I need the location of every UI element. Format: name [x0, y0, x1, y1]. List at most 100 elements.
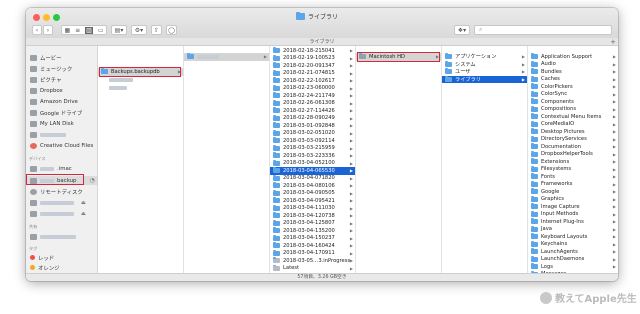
list-item[interactable]: 2018-02-22-102617 — [270, 77, 355, 85]
sidebar-item-shared[interactable] — [30, 232, 76, 241]
list-item[interactable]: Components — [528, 98, 617, 106]
list-item[interactable]: 2018-03-03-223336 — [270, 152, 355, 160]
list-item[interactable]: Application Support — [528, 53, 617, 61]
sidebar-item-music[interactable]: ミュージック — [30, 64, 72, 73]
list-item[interactable]: 2018-03-04-125807 — [270, 219, 355, 228]
column-view-icon[interactable]: ▥ — [85, 26, 93, 34]
list-item[interactable]: ライブラリ — [442, 75, 527, 84]
eject-icon[interactable]: ⏏ — [81, 200, 86, 206]
sidebar-item-device5[interactable]: ⏏ — [30, 209, 86, 218]
minimize-button[interactable] — [43, 14, 50, 21]
sidebar-item-lan-disk[interactable]: My LAN Disk — [30, 119, 74, 128]
list-item[interactable]: Keyboard Layouts — [528, 233, 617, 241]
list-item[interactable]: Extensions — [528, 158, 617, 166]
list-item[interactable]: Keychains — [528, 240, 617, 249]
gallery-view-icon[interactable]: ▭ — [98, 27, 104, 34]
sidebar-item-creative-cloud[interactable]: Creative Cloud Files — [30, 141, 93, 150]
list-item[interactable]: ColorPickers — [528, 83, 617, 91]
close-button[interactable] — [33, 14, 40, 21]
list-item[interactable]: Java — [528, 225, 617, 234]
list-item[interactable]: 2018-02-21-074815 — [270, 69, 355, 78]
list-item[interactable]: 2018-03-05…3.inProgress — [270, 257, 355, 265]
sidebar-item-pictures[interactable]: ピクチャ — [30, 75, 62, 84]
sidebar-item-movies[interactable]: ムービー — [30, 53, 62, 62]
list-item[interactable]: 2018-03-04-150237 — [270, 234, 355, 243]
list-item[interactable]: 2018-03-04-065530 — [270, 167, 355, 175]
list-item[interactable]: 2018-03-04-095421 — [270, 197, 355, 205]
list-item[interactable]: Caches — [528, 75, 617, 84]
list-item[interactable]: Graphics — [528, 195, 617, 204]
list-item[interactable]: CoreMediaIO — [528, 120, 617, 129]
list-item[interactable]: Image Capture — [528, 203, 617, 211]
list-item[interactable]: Input Methods — [528, 210, 617, 219]
list-item[interactable]: システム — [442, 60, 527, 69]
action-gear-button[interactable]: ⚙▾ — [131, 25, 147, 35]
list-item[interactable]: 2018-02-24-211749 — [270, 92, 355, 100]
list-item[interactable]: 2018-03-04-080106 — [270, 182, 355, 190]
list-item[interactable]: 2018-02-28-090249 — [270, 114, 355, 123]
zoom-button[interactable] — [53, 14, 60, 21]
sidebar-tag-red[interactable]: レッド — [30, 253, 54, 262]
view-switcher[interactable]: ▦ ≡ ▥ ▭ — [61, 25, 107, 35]
list-item[interactable]: LaunchDaemons — [528, 255, 617, 264]
list-item[interactable]: Compositions — [528, 105, 617, 114]
sidebar-item-remote-disc[interactable]: リモートディスク — [30, 187, 83, 196]
icon-view-icon[interactable]: ▦ — [64, 27, 70, 34]
list-item[interactable]: 2018-03-02-051020 — [270, 129, 355, 138]
list-item[interactable]: 2018-03-01-092848 — [270, 122, 355, 130]
list-item[interactable]: Filesystems — [528, 165, 617, 174]
list-item[interactable]: 2018-02-23-060000 — [270, 84, 355, 93]
list-item[interactable]: 2018-02-19-100523 — [270, 54, 355, 63]
list-item[interactable]: 2018-03-04-170911 — [270, 249, 355, 258]
sidebar-item-dropbox[interactable]: Dropbox — [30, 86, 63, 95]
list-item[interactable]: Audio — [528, 60, 617, 69]
list-item[interactable]: 2018-03-04-111030 — [270, 204, 355, 213]
list-item[interactable]: Bundles — [528, 68, 617, 76]
list-item[interactable]: 2018-02-20-091347 — [270, 62, 355, 70]
list-item[interactable]: 2018-03-04-160424 — [270, 242, 355, 250]
share-button[interactable]: ⇧ — [151, 25, 162, 35]
arrange-button[interactable]: ▤▾ — [111, 25, 127, 35]
sidebar-tag-orange[interactable]: オレンジ — [30, 263, 60, 272]
sidebar-item-device4[interactable]: ⏏ — [30, 198, 86, 207]
sidebar-item-imac[interactable]: .imac — [30, 164, 72, 173]
list-item[interactable]: 2018-02-27-114426 — [270, 107, 355, 115]
list-item[interactable]: ColorSync — [528, 90, 617, 99]
sidebar-item-home[interactable] — [30, 130, 66, 139]
list-item[interactable]: 2018-03-04-135200 — [270, 227, 355, 235]
list-item[interactable] — [98, 84, 183, 92]
list-item[interactable]: アプリケーション — [442, 53, 527, 61]
list-item[interactable]: 2018-02-18-215041 — [270, 47, 355, 55]
list-item[interactable]: Internet Plug-Ins — [528, 218, 617, 226]
list-item[interactable]: 2018-03-04-071820 — [270, 174, 355, 183]
list-item[interactable]: Logs — [528, 263, 617, 271]
list-item[interactable]: Latest — [270, 264, 355, 273]
list-item[interactable] — [184, 53, 269, 61]
list-item[interactable]: 2018-03-03-092114 — [270, 137, 355, 145]
eject-icon[interactable]: ⏏ — [81, 211, 86, 217]
list-item[interactable]: DirectoryServices — [528, 135, 617, 144]
list-item[interactable]: 2018-02-26-061308 — [270, 99, 355, 108]
list-view-icon[interactable]: ≡ — [75, 27, 80, 34]
list-item[interactable]: Contextual Menu Items — [528, 113, 617, 121]
sidebar-item-amazon-drive[interactable]: Amazon Drive — [30, 97, 78, 106]
list-item[interactable]: 2018-03-03-215959 — [270, 144, 355, 153]
list-item[interactable]: Google — [528, 188, 617, 196]
search-field[interactable]: ⌕ — [474, 25, 612, 35]
tag-button[interactable]: ◯ — [166, 25, 177, 35]
list-item[interactable]: Frameworks — [528, 180, 617, 189]
list-item[interactable]: LaunchAgents — [528, 248, 617, 256]
list-item[interactable]: ユーザ — [442, 68, 527, 76]
list-item[interactable]: 2018-03-04-120738 — [270, 212, 355, 220]
list-item[interactable]: DropboxHelperTools — [528, 150, 617, 159]
list-item[interactable]: Fonts — [528, 173, 617, 181]
add-tab-button[interactable]: + — [610, 38, 616, 46]
list-item[interactable]: Desktop Pictures — [528, 128, 617, 136]
back-button[interactable]: ‹ — [32, 25, 42, 35]
dropbox-button[interactable]: ❖▾ — [454, 25, 470, 35]
list-item[interactable]: 2018-03-04-090505 — [270, 189, 355, 198]
sidebar-item-google-drive[interactable]: Google ドライブ — [30, 108, 82, 117]
list-item[interactable]: Documentation — [528, 143, 617, 151]
list-item[interactable] — [98, 76, 183, 84]
forward-button[interactable]: › — [43, 25, 53, 35]
